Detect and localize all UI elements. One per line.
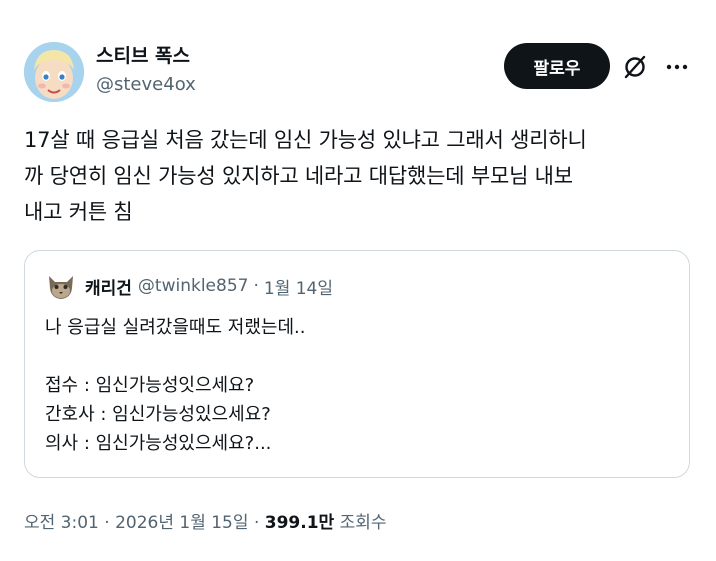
more-options-icon[interactable] bbox=[664, 54, 690, 80]
separator-dot: · bbox=[253, 513, 260, 533]
quoted-author-handle[interactable]: @twinkle857 bbox=[138, 276, 249, 296]
grok-icon[interactable] bbox=[622, 54, 648, 80]
follow-button[interactable]: 팔로우 bbox=[504, 43, 610, 89]
quoted-author-display-name[interactable]: 캐리건 bbox=[85, 274, 132, 299]
author-info: 스티브 폭스 @steve4ox bbox=[96, 44, 196, 98]
quoted-tweet-card[interactable]: 캐리건 @twinkle857 · 1월 14일 나 응급실 실려갔을때도 저랬… bbox=[24, 250, 690, 478]
tweet-meta: 오전 3:01 · 2026년 1월 15일 · 399.1만 조회수 bbox=[24, 508, 387, 533]
tweet-header: 스티브 폭스 @steve4ox 팔로우 bbox=[24, 42, 692, 104]
separator-dot: · bbox=[104, 513, 110, 533]
quoted-tweet-header: 캐리건 @twinkle857 · 1월 14일 bbox=[45, 270, 333, 302]
separator-dot: · bbox=[253, 276, 259, 296]
views-label: 조회수 bbox=[339, 513, 387, 533]
quoted-tweet-text: 나 응급실 실려갔을때도 저랬는데.. 접수 : 임신가능성잇으세요? 간호사 … bbox=[45, 317, 306, 454]
views-count: 399.1만 bbox=[264, 513, 335, 533]
author-handle[interactable]: @steve4ox bbox=[96, 72, 196, 98]
quoted-author-avatar[interactable] bbox=[45, 270, 77, 302]
author-display-name[interactable]: 스티브 폭스 bbox=[96, 44, 196, 68]
tweet-date[interactable]: 2026년 1월 15일 bbox=[115, 513, 248, 533]
quoted-tweet-date[interactable]: 1월 14일 bbox=[264, 274, 333, 299]
author-avatar[interactable] bbox=[24, 42, 84, 102]
tweet-text: 17살 때 응급실 처음 갔는데 임신 가능성 있냐고 그래서 생리하니 까 당… bbox=[24, 128, 587, 224]
tweet-time[interactable]: 오전 3:01 bbox=[24, 513, 99, 533]
